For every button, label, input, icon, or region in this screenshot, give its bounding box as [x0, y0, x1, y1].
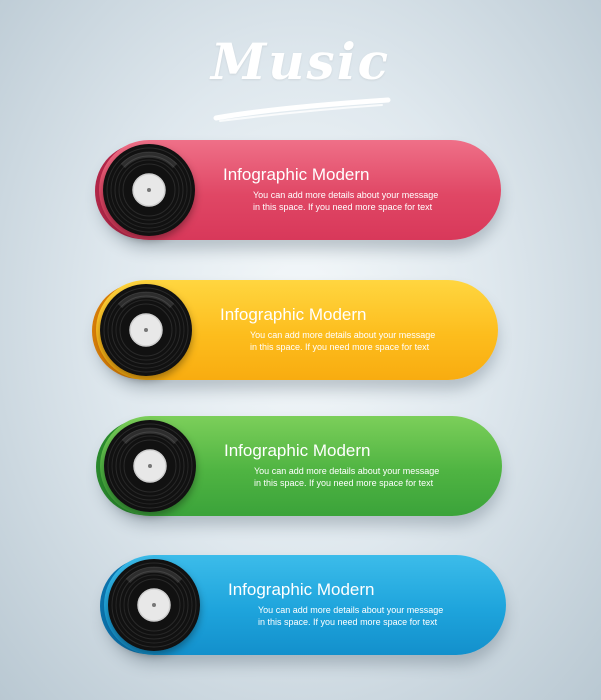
card-description-line-1: You can add more details about your mess… [254, 466, 440, 476]
card-description: You can add more details about your mess… [253, 189, 483, 213]
info-card-1: Infographic Modern You can add more deta… [95, 140, 501, 240]
card-description: You can add more details about your mess… [250, 329, 480, 353]
vinyl-record-icon [100, 284, 192, 376]
card-description-line-2: in this space. If you need more space fo… [250, 342, 430, 352]
card-description: You can add more details about your mess… [258, 604, 488, 628]
vinyl-record-icon [108, 559, 200, 651]
card-description: You can add more details about your mess… [254, 465, 484, 489]
card-title: Infographic Modern [224, 441, 371, 460]
info-card-4: Infographic Modern You can add more deta… [100, 555, 506, 655]
info-card-2: Infographic Modern You can add more deta… [92, 280, 498, 380]
info-card-3: Infographic Modern You can add more deta… [96, 416, 502, 516]
card-description-line-1: You can add more details about your mess… [258, 605, 444, 615]
vinyl-record-icon [103, 144, 195, 236]
brush-stroke-icon [213, 97, 391, 122]
card-description-line-1: You can add more details about your mess… [250, 330, 436, 340]
page-title: Music [210, 32, 391, 91]
header: Music [0, 18, 601, 122]
card-title: Infographic Modern [220, 305, 367, 324]
card-description-line-1: You can add more details about your mess… [253, 190, 439, 200]
card-description-line-2: in this space. If you need more space fo… [253, 202, 433, 212]
card-description-line-2: in this space. If you need more space fo… [258, 617, 438, 627]
card-title: Infographic Modern [223, 165, 370, 184]
card-title: Infographic Modern [228, 580, 375, 599]
card-description-line-2: in this space. If you need more space fo… [254, 478, 434, 488]
vinyl-record-icon [104, 420, 196, 512]
